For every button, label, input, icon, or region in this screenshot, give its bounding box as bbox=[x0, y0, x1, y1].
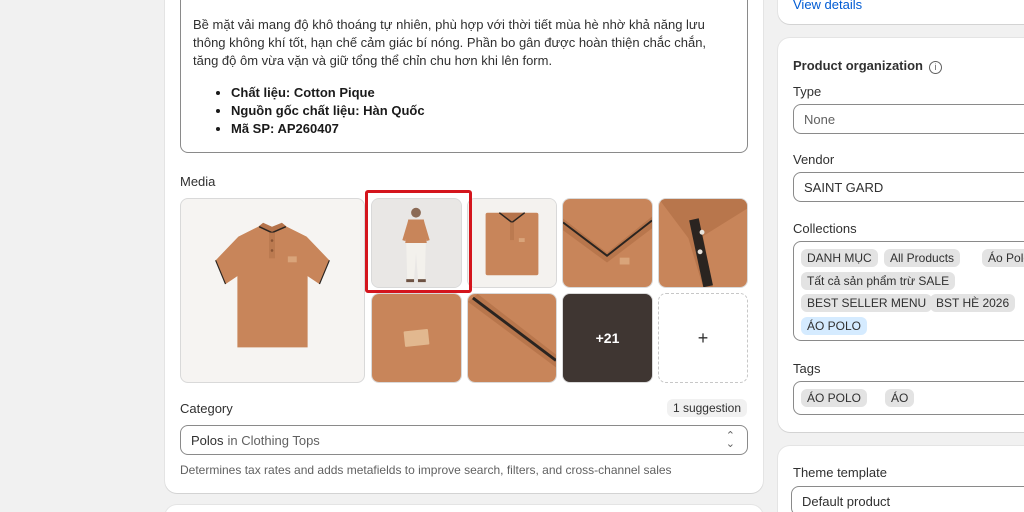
status-card: View details bbox=[778, 0, 1024, 24]
folded-polo-image bbox=[468, 199, 556, 287]
tags-label: Tags bbox=[793, 361, 821, 376]
description-bullet: Chất liệu: Cotton Pique bbox=[231, 84, 735, 102]
plus-icon: + bbox=[697, 327, 709, 348]
theme-template-select[interactable]: Default product bbox=[791, 486, 1024, 512]
product-organization-title: Product organization i bbox=[793, 58, 942, 74]
media-thumbnail-placket[interactable] bbox=[658, 198, 748, 288]
tag-chip[interactable]: ÁO bbox=[885, 389, 915, 407]
type-input[interactable]: None bbox=[793, 104, 1024, 134]
media-thumbnail-folded[interactable] bbox=[467, 198, 557, 288]
vendor-input[interactable]: SAINT GARD bbox=[793, 172, 1024, 202]
product-details-card: Bề mặt vải mang độ khô thoáng tự nhiên, … bbox=[165, 0, 763, 493]
vendor-label: Vendor bbox=[793, 152, 835, 167]
category-suggestion-badge[interactable]: 1 suggestion bbox=[666, 399, 747, 417]
collection-chip[interactable]: Áo Polo bbox=[982, 249, 1024, 267]
collections-field[interactable]: DANH MỤC All Products Áo Polo Tất cả sản… bbox=[793, 241, 1024, 341]
add-media-button[interactable]: + bbox=[658, 293, 748, 383]
collection-chip[interactable]: All Products bbox=[884, 249, 961, 267]
logo-patch-image bbox=[372, 294, 461, 382]
product-organization-card: Product organization i Type None Vendor S… bbox=[778, 38, 1024, 432]
media-thumbnail-more[interactable]: +21 bbox=[562, 293, 653, 383]
collection-chip-highlighted[interactable]: ÁO POLO bbox=[801, 317, 868, 335]
collection-chip[interactable]: BST HÈ 2026 bbox=[930, 294, 1016, 312]
media-thumbnail-collar[interactable] bbox=[562, 198, 653, 288]
category-parent: in Clothing Tops bbox=[227, 432, 320, 448]
category-label: Category bbox=[180, 401, 233, 416]
description-bullet: Nguồn gốc chất liệu: Hàn Quốc bbox=[231, 102, 735, 120]
type-label: Type bbox=[793, 84, 822, 99]
collection-chip[interactable]: DANH MỤC bbox=[801, 249, 878, 267]
collection-chip[interactable]: Tất cả sản phẩm trừ SALE bbox=[801, 272, 956, 290]
tag-chip[interactable]: ÁO POLO bbox=[801, 389, 868, 407]
description-editor[interactable]: Bề mặt vải mang độ khô thoáng tự nhiên, … bbox=[180, 0, 748, 153]
category-help-text: Determines tax rates and adds metafields… bbox=[180, 463, 672, 477]
next-card bbox=[165, 505, 763, 512]
sleeve-hem-image bbox=[468, 294, 556, 382]
category-value: Polos bbox=[191, 432, 224, 448]
placket-closeup-image bbox=[659, 199, 747, 287]
more-media-count: +21 bbox=[563, 294, 652, 382]
collection-chip[interactable]: BEST SELLER MENU bbox=[801, 294, 933, 312]
media-label: Media bbox=[180, 174, 216, 189]
description-paragraph: Bề mặt vải mang độ khô thoáng tự nhiên, … bbox=[193, 17, 707, 68]
tags-field[interactable]: ÁO POLO ÁO bbox=[793, 381, 1024, 415]
info-icon[interactable]: i bbox=[929, 61, 942, 74]
media-thumbnail-sleeve[interactable] bbox=[467, 293, 557, 383]
theme-template-card: Theme template Default product bbox=[778, 446, 1024, 512]
description-bullet: Mã SP: AP260407 bbox=[231, 120, 735, 138]
collections-label: Collections bbox=[793, 221, 857, 236]
selection-highlight bbox=[365, 190, 472, 293]
description-list: Chất liệu: Cotton Pique Nguồn gốc chất l… bbox=[193, 84, 735, 138]
media-thumbnail-primary[interactable] bbox=[180, 198, 365, 383]
media-thumbnail-logo[interactable] bbox=[371, 293, 462, 383]
category-select[interactable]: Polos in Clothing Tops ⌃ ⌄ bbox=[180, 425, 748, 455]
theme-template-title: Theme template bbox=[793, 465, 887, 480]
chevron-updown-icon: ⌃ ⌄ bbox=[725, 430, 735, 450]
product-organization-heading: Product organization bbox=[793, 58, 923, 73]
polo-shirt-image bbox=[215, 222, 330, 348]
collar-closeup-image bbox=[563, 199, 652, 287]
view-details-link[interactable]: View details bbox=[793, 0, 862, 12]
